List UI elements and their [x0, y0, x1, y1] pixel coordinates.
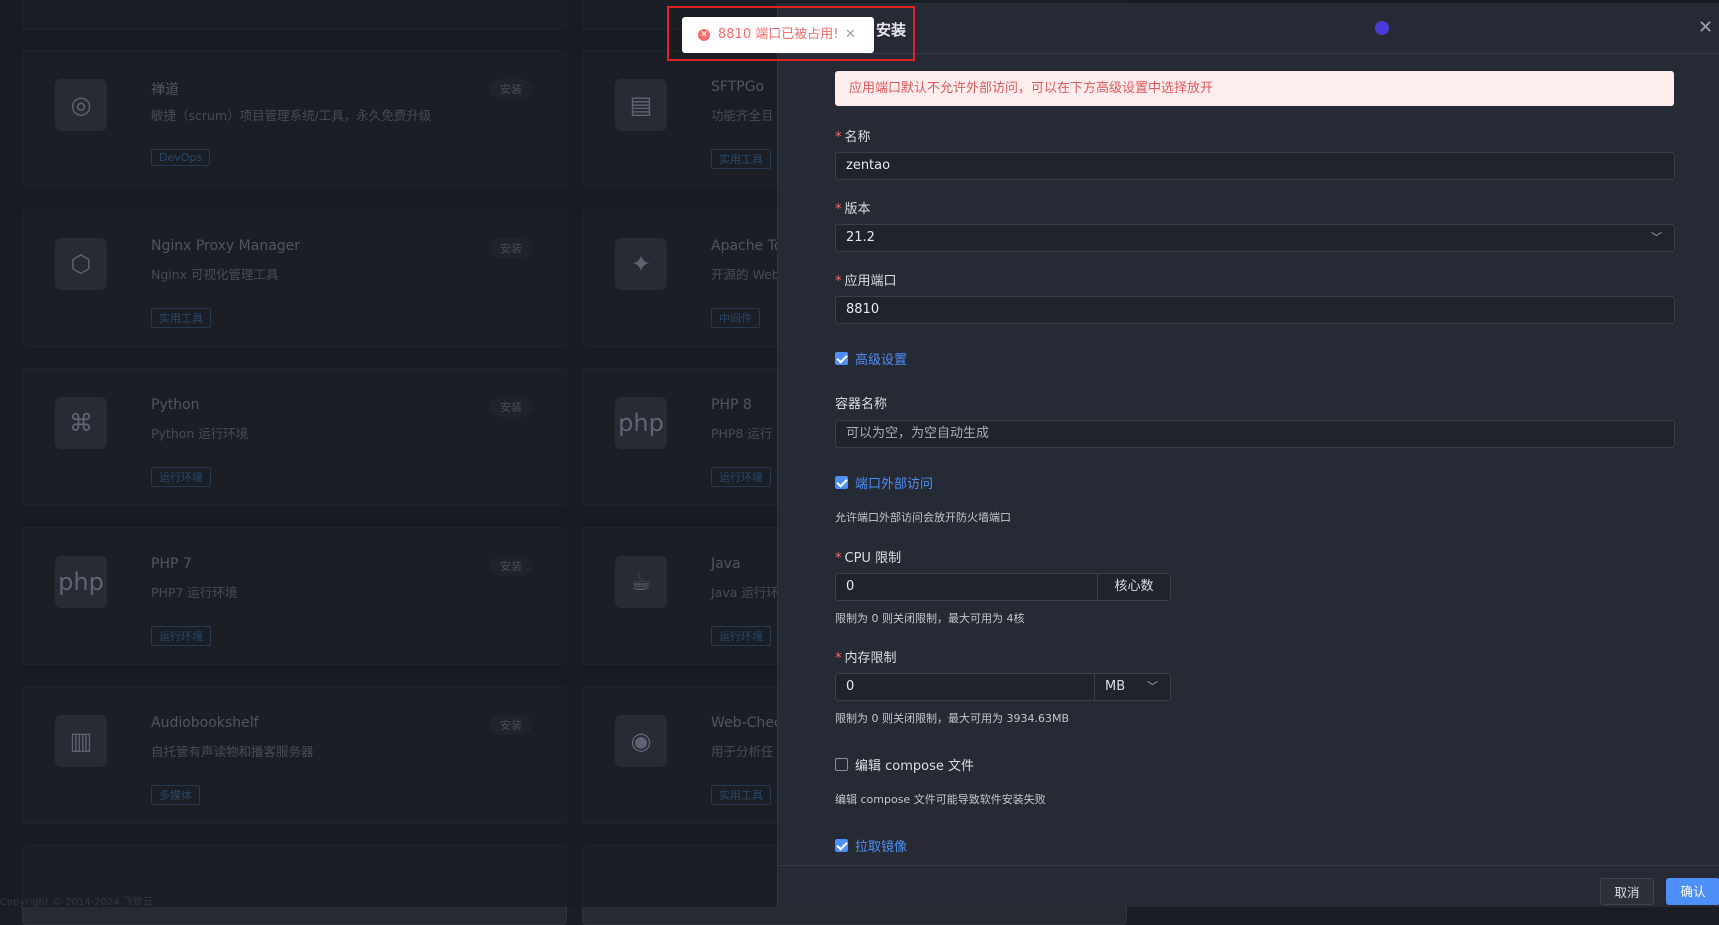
- error-toast: ✕ 8810 端口已被占用! ✕: [682, 17, 874, 53]
- edit-compose-checkbox[interactable]: [835, 758, 848, 771]
- port-label: * 应用端口: [835, 274, 897, 289]
- cpu-limit-input[interactable]: 0: [835, 573, 1098, 601]
- advanced-settings-checkbox[interactable]: [835, 352, 848, 365]
- toast-message: 8810 端口已被占用!: [718, 27, 839, 42]
- pull-image-label[interactable]: 拉取镜像: [855, 836, 907, 855]
- confirm-button[interactable]: 确认: [1666, 878, 1719, 905]
- chevron-down-icon: ﹀: [1147, 680, 1158, 693]
- memory-limit-label: * 内存限制: [835, 651, 897, 666]
- name-label: * 名称: [835, 130, 871, 145]
- memory-limit-hint: 限制为 0 则关闭限制，最大可用为 3934.63MB: [835, 712, 1070, 725]
- container-name-label: 容器名称: [835, 397, 888, 412]
- close-icon[interactable]: ✕: [1698, 17, 1713, 38]
- cpu-limit-label: * CPU 限制: [835, 551, 902, 566]
- port-input[interactable]: 8810: [835, 296, 1675, 324]
- memory-unit-select[interactable]: MB ﹀: [1094, 673, 1171, 701]
- cancel-button[interactable]: 取消: [1600, 878, 1654, 905]
- cpu-unit: 核心数: [1097, 573, 1171, 601]
- edit-compose-label[interactable]: 编辑 compose 文件: [855, 755, 974, 774]
- container-name-input[interactable]: 可以为空，为空自动生成: [835, 420, 1675, 448]
- memory-limit-input[interactable]: 0: [835, 673, 1095, 701]
- pull-image-checkbox[interactable]: [835, 839, 848, 852]
- error-icon: ✕: [698, 29, 710, 41]
- external-access-checkbox[interactable]: [835, 476, 848, 489]
- install-drawer: 安装 ✕ 应用端口默认不允许外部访问，可以在下方高级设置中选择放开 * 名称 ze…: [777, 3, 1719, 907]
- memory-unit-value: MB: [1105, 679, 1126, 694]
- external-access-label[interactable]: 端口外部访问: [855, 473, 933, 492]
- drawer-footer: 取消 确认: [778, 865, 1719, 908]
- chevron-down-icon: ﹀: [1651, 231, 1662, 244]
- version-value: 21.2: [846, 230, 875, 245]
- cpu-limit-hint: 限制为 0 则关闭限制，最大可用为 4核: [835, 612, 1025, 625]
- name-input[interactable]: zentao: [835, 152, 1675, 180]
- loading-dot-icon: [1375, 21, 1389, 35]
- version-label: * 版本: [835, 202, 871, 217]
- port-warning-alert: 应用端口默认不允许外部访问，可以在下方高级设置中选择放开: [835, 71, 1674, 106]
- edit-compose-hint: 编辑 compose 文件可能导致软件安装失败: [835, 793, 1046, 806]
- close-icon[interactable]: ✕: [845, 17, 856, 53]
- external-access-hint: 允许端口外部访问会放开防火墙端口: [835, 511, 1011, 524]
- advanced-settings-label[interactable]: 高级设置: [855, 349, 907, 368]
- drawer-header: 安装 ✕: [778, 3, 1719, 54]
- version-select[interactable]: 21.2 ﹀: [835, 224, 1675, 252]
